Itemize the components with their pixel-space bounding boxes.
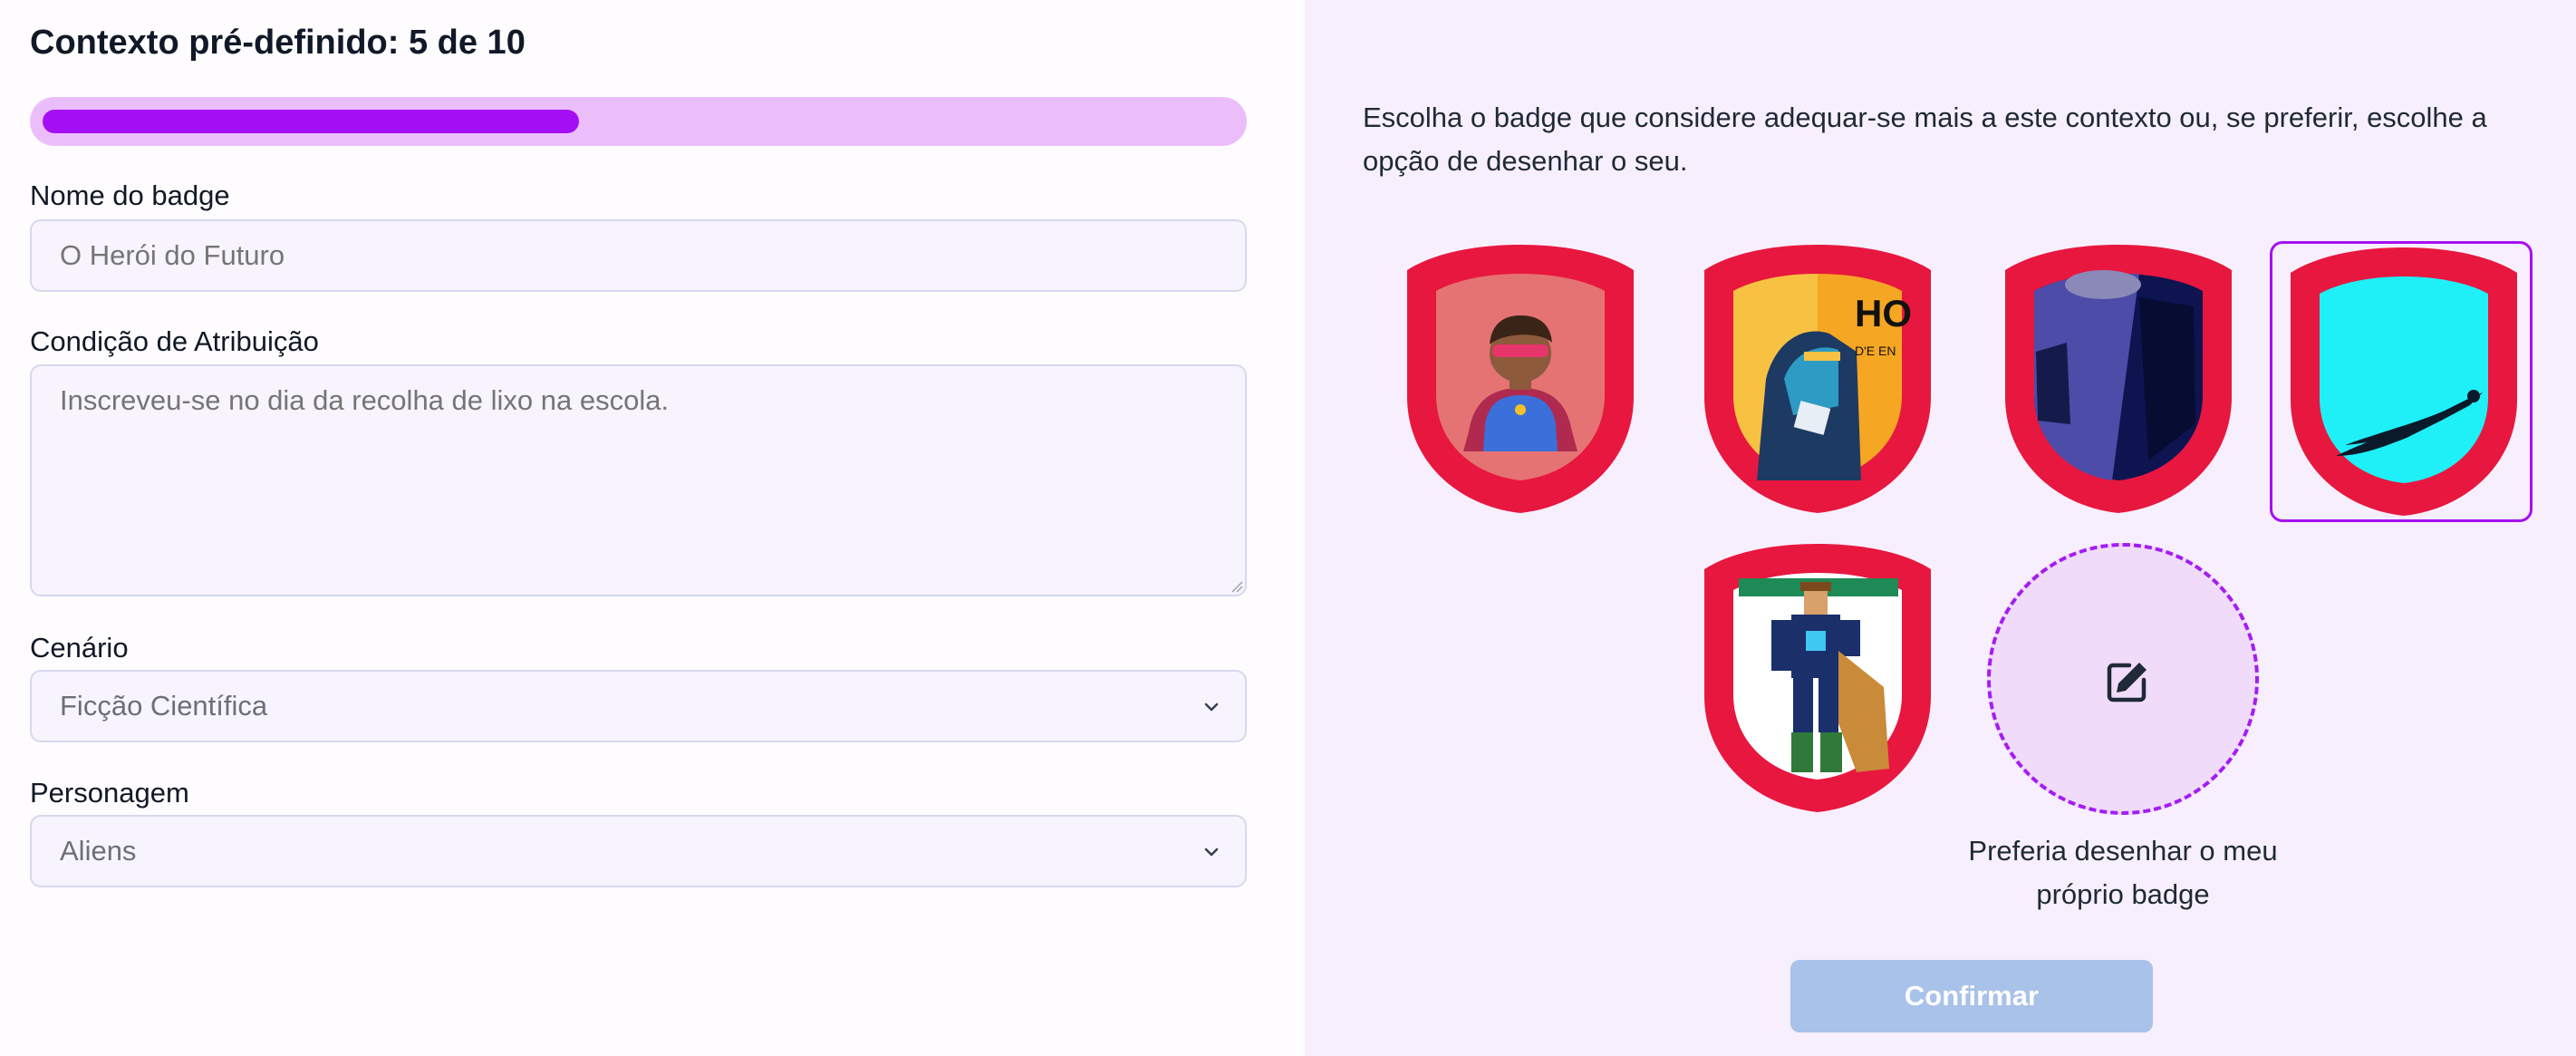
character-select[interactable]: Aliens	[30, 815, 1247, 887]
resize-grip-icon[interactable]	[1230, 580, 1243, 593]
page-title: Contexto pré-definido: 5 de 10	[30, 24, 526, 62]
condition-textarea-wrapper	[30, 364, 1247, 596]
character-select-value: Aliens	[60, 835, 137, 867]
badge-name-input[interactable]	[30, 219, 1247, 292]
condition-label: Condição de Atribuição	[30, 325, 319, 357]
badge-option-comic-hero[interactable]: HO D'E EN	[1686, 241, 1949, 522]
progress-bar	[30, 97, 1247, 146]
chevron-down-icon	[1204, 848, 1219, 857]
chevron-down-icon	[1204, 702, 1219, 712]
scenario-label: Cenário	[30, 632, 129, 664]
superhero-avatar-badge-icon	[1407, 245, 1634, 513]
draw-own-badge-button[interactable]	[1987, 543, 2259, 815]
character-label: Personagem	[30, 777, 189, 809]
comic-hero-badge-icon: HO D'E EN	[1704, 245, 1931, 513]
flying-hero-badge-icon	[2291, 247, 2517, 516]
form-panel: Contexto pré-definido: 5 de 10 Nome do b…	[0, 0, 1305, 1056]
scenario-select[interactable]: Ficção Científica	[30, 670, 1247, 742]
dark-robot-badge-icon	[2005, 245, 2232, 513]
badge-option-pixel-hero[interactable]	[1686, 540, 1949, 821]
pixel-hero-badge-icon	[1704, 544, 1931, 812]
draw-own-badge-label: Preferia desenhar o meu próprio badge	[1968, 835, 2278, 910]
progress-bar-fill	[43, 110, 579, 133]
condition-textarea[interactable]	[30, 364, 1247, 596]
svg-text:D'E EN: D'E EN	[1855, 344, 1896, 358]
confirm-button[interactable]: Confirmar	[1790, 960, 2153, 1032]
scenario-select-value: Ficção Científica	[60, 690, 268, 722]
badge-name-label: Nome do badge	[30, 179, 230, 211]
badge-option-superhero-avatar[interactable]	[1389, 241, 1652, 522]
badge-instructions: Escolha o badge que considere adequar-se…	[1363, 102, 2487, 177]
edit-pencil-icon	[2107, 663, 2147, 702]
badge-option-dark-robot[interactable]	[1987, 241, 2250, 522]
svg-text:HO: HO	[1855, 292, 1912, 334]
badge-option-flying-hero[interactable]	[2270, 241, 2533, 522]
